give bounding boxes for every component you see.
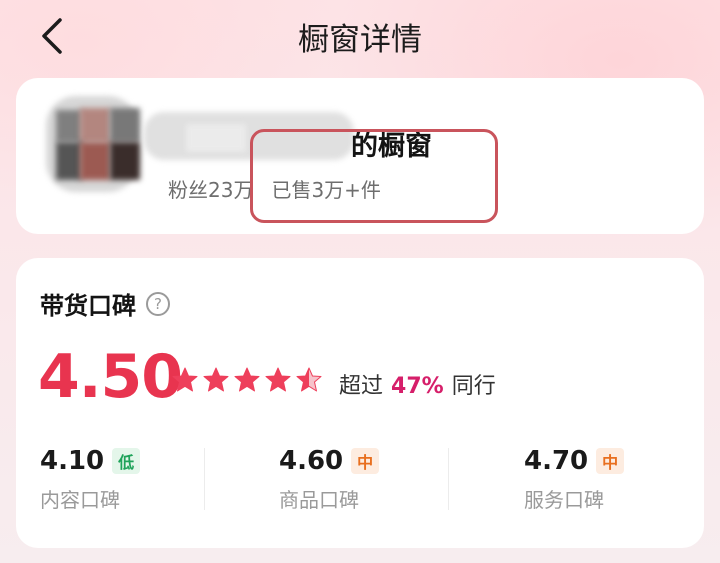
top-bar: 橱窗详情 xyxy=(0,0,720,72)
help-icon[interactable]: ? xyxy=(146,291,170,316)
page-title: 橱窗详情 xyxy=(298,22,422,58)
star-icon xyxy=(172,367,198,392)
beyond-suffix: 同行 xyxy=(451,374,496,399)
sub-ratings: 4.10 低 内容口碑 4.60 中 商品口碑 4.70 中 服务口碑 xyxy=(16,446,704,516)
section-title: 带货口碑 ? xyxy=(40,286,170,321)
sub-label: 服务口碑 xyxy=(524,488,604,512)
annotation-highlight-box xyxy=(250,129,498,223)
sub-rating-service[interactable]: 4.70 中 服务口碑 xyxy=(524,446,720,516)
followers-count: 粉丝23万 xyxy=(168,178,254,202)
rating-card: 带货口碑 ? 4.50 超过 47% 同行 4.10 低 内容口碑 4.60 中… xyxy=(16,258,704,548)
level-tag: 中 xyxy=(596,448,625,474)
sub-score: 4.60 xyxy=(279,446,344,476)
section-title-text: 带货口碑 xyxy=(40,292,136,320)
overall-score: 4.50 xyxy=(38,342,183,412)
star-icon xyxy=(296,367,322,392)
star-icon xyxy=(234,367,260,392)
beyond-peers: 超过 47% 同行 xyxy=(339,368,496,400)
sub-score: 4.10 xyxy=(40,446,105,476)
level-tag: 中 xyxy=(351,448,380,474)
sub-score: 4.70 xyxy=(524,446,589,476)
beyond-percent: 47% xyxy=(391,374,444,399)
star-rating xyxy=(172,367,322,393)
level-tag: 低 xyxy=(112,448,141,474)
sub-rating-product[interactable]: 4.60 中 商品口碑 xyxy=(279,446,499,516)
star-icon xyxy=(203,367,229,392)
beyond-prefix: 超过 xyxy=(339,374,384,399)
sub-label: 内容口碑 xyxy=(40,488,120,512)
divider xyxy=(448,448,449,510)
sub-label: 商品口碑 xyxy=(279,488,359,512)
sub-rating-content[interactable]: 4.10 低 内容口碑 xyxy=(40,446,260,516)
divider xyxy=(204,448,205,510)
shop-card[interactable]: 的橱窗 粉丝23万 已售3万+件 xyxy=(16,78,704,234)
star-icon xyxy=(265,367,291,392)
